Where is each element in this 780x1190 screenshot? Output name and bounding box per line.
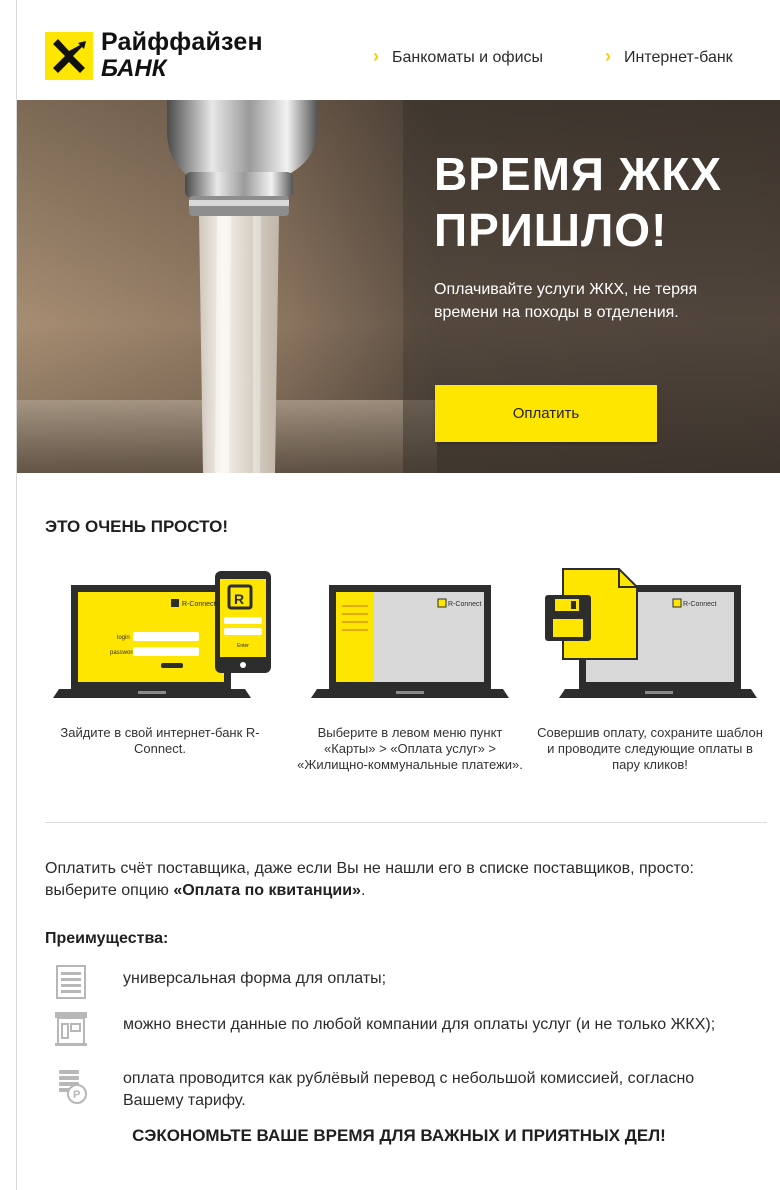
- advantage-text: универсальная форма для оплаты;: [123, 970, 387, 987]
- chevron-right-icon: ›: [373, 46, 379, 66]
- chevron-right-icon: ›: [605, 46, 611, 66]
- receipt-payment-option: «Оплата по квитанции»: [173, 882, 361, 899]
- step-3-text: Совершив оплату, сохраните шаблон и пров…: [537, 725, 763, 772]
- hero-subtitle: Оплачивайте услуги ЖКХ, не теряя времени…: [434, 281, 698, 321]
- svg-text:R: R: [234, 591, 244, 607]
- advantage-text: оплата проводится как рублёвый перевод с…: [123, 1070, 695, 1109]
- paragraph-text: Оплатить счёт поставщика, даже если Вы н…: [45, 860, 694, 899]
- password-label: password: [110, 650, 136, 656]
- nav-link-internet-bank[interactable]: › Интернет-банк: [605, 46, 733, 67]
- hero-title-line2: ПРИШЛО!: [434, 204, 668, 256]
- hero-title-line1: ВРЕМЯ ЖКХ: [434, 148, 723, 200]
- steps-section-title: ЭТО ОЧЕНЬ ПРОСТО!: [45, 517, 228, 536]
- nav-link-label: Интернет-банк: [624, 49, 733, 66]
- raiffeisen-logo[interactable]: Райффайзен БАНК: [45, 28, 275, 86]
- step-1: R-Connect login password R Enter Зайдите…: [45, 565, 275, 756]
- hero-title: ВРЕМЯ ЖКХ ПРИШЛО!: [434, 146, 722, 258]
- coins-ruble-icon: P: [59, 1070, 87, 1104]
- advantage-text: можно внести данные по любой компании дл…: [123, 1016, 716, 1033]
- header: Райффайзен БАНК › Банкоматы и офисы › Инте…: [17, 0, 780, 100]
- step-2: R-Connect Выберите в левом меню пункт «К…: [295, 565, 525, 772]
- section-divider: [45, 822, 767, 823]
- enter-label: Enter: [237, 643, 249, 649]
- logo-mark-icon: [45, 32, 93, 80]
- logo-text-line2: БАНК: [101, 55, 167, 82]
- svg-text:P: P: [73, 1089, 80, 1101]
- receipt-payment-paragraph: Оплатить счёт поставщика, даже если Вы н…: [45, 858, 745, 902]
- email-frame: Райффайзен БАНК › Банкоматы и офисы › Инте…: [16, 0, 780, 1190]
- logo-text-line1: Райффайзен: [101, 28, 263, 56]
- step-2-text: Выберите в левом меню пункт «Карты» > «О…: [297, 725, 523, 772]
- building-icon: [55, 1012, 87, 1046]
- laptop-save-template-illustration: R-Connect: [545, 568, 757, 698]
- step-1-text: Зайдите в свой интернет-банк R-Connect.: [60, 725, 260, 756]
- laptop-login-illustration: R-Connect login password R Enter: [53, 571, 271, 698]
- brand-label: R-Connect: [448, 601, 482, 608]
- brand-label: R-Connect: [182, 601, 216, 608]
- brand-label: R-Connect: [683, 601, 717, 608]
- form-icon: [56, 965, 86, 999]
- login-label: login: [117, 635, 130, 641]
- nav-link-atms-offices[interactable]: › Банкоматы и офисы: [373, 46, 543, 67]
- paragraph-end: .: [360, 882, 366, 899]
- advantages-title: Преимущества:: [45, 930, 169, 947]
- step-3: R-Connect Совершив оплату, сохраните шаб…: [535, 565, 765, 772]
- laptop-menu-illustration: R-Connect: [311, 585, 509, 698]
- hero-banner: ВРЕМЯ ЖКХ ПРИШЛО! Оплачивайте услуги ЖКХ…: [17, 100, 780, 473]
- pay-button[interactable]: Оплатить: [435, 385, 657, 442]
- nav-link-label: Банкоматы и офисы: [392, 49, 544, 66]
- footer-call-to-action: СЭКОНОМЬТЕ ВАШЕ ВРЕМЯ ДЛЯ ВАЖНЫХ И ПРИЯТ…: [132, 1126, 666, 1145]
